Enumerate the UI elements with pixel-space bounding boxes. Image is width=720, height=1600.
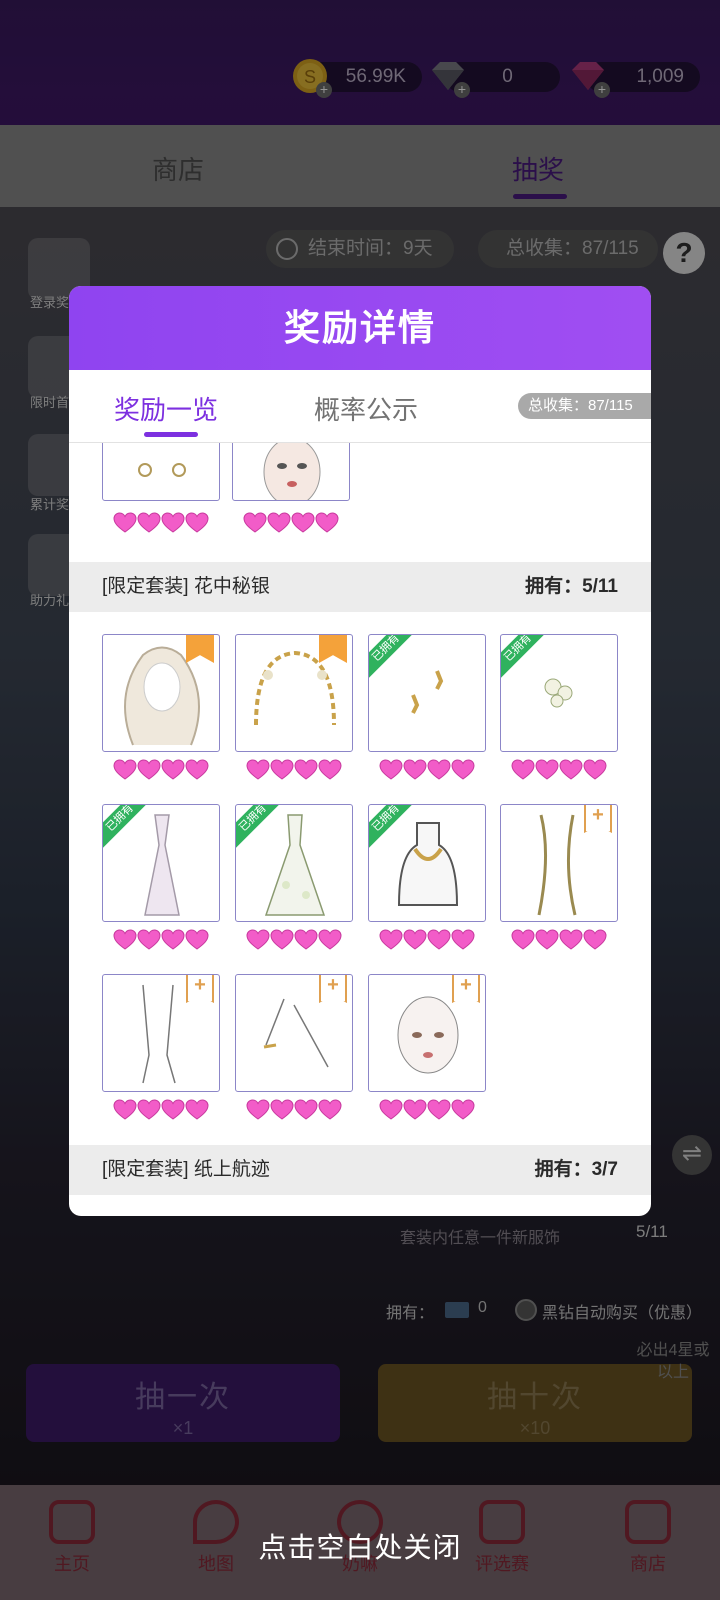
heart-star-icon: [267, 512, 291, 533]
heart-star-icon: [113, 1099, 137, 1120]
heart-star-icon: [294, 929, 318, 950]
set-owned-count: 拥有：5/11: [525, 576, 618, 597]
heart-star-icon: [185, 759, 209, 780]
heart-star-icon: [427, 1099, 451, 1120]
heart-star-icon: [246, 1099, 270, 1120]
tab-reward-overview[interactable]: 奖励一览: [114, 390, 218, 427]
star-rating: [102, 1098, 220, 1122]
set-owned-count: 拥有：3/7: [534, 1159, 618, 1180]
scroll-clip: [69, 443, 651, 558]
heart-star-icon: [113, 759, 137, 780]
heart-star-icon: [318, 759, 342, 780]
heart-star-icon: [161, 929, 185, 950]
heart-star-icon: [379, 1099, 403, 1120]
heart-star-icon: [403, 929, 427, 950]
heart-star-icon: [294, 759, 318, 780]
star-rating: [102, 511, 220, 535]
heart-star-icon: [511, 929, 535, 950]
heart-star-icon: [427, 759, 451, 780]
heart-star-icon: [379, 929, 403, 950]
star-rating: [102, 928, 220, 952]
heart-star-icon: [185, 1099, 209, 1120]
set-header-paper: [限定套装] 纸上航迹 拥有：3/7: [69, 1145, 651, 1195]
heart-star-icon: [246, 759, 270, 780]
heart-star-icon: [185, 929, 209, 950]
heart-star-icon: [379, 759, 403, 780]
heart-star-icon: [246, 929, 270, 950]
heart-star-icon: [583, 759, 607, 780]
heart-star-icon: [451, 1099, 475, 1120]
item-hair[interactable]: [102, 634, 220, 752]
item-earring-pair[interactable]: 已拥有: [368, 634, 486, 752]
item-arm-chains[interactable]: +: [235, 974, 353, 1092]
item-face-makeup[interactable]: [232, 443, 350, 501]
heart-star-icon: [583, 929, 607, 950]
star-rating: [235, 928, 353, 952]
heart-star-icon: [137, 1099, 161, 1120]
heart-star-icon: [137, 512, 161, 533]
star-rating: [235, 758, 353, 782]
heart-star-icon: [161, 1099, 185, 1120]
item-earrings[interactable]: [102, 443, 220, 501]
heart-star-icon: [243, 512, 267, 533]
set-header-flower: [限定套装] 花中秘银 拥有：5/11: [69, 562, 651, 612]
star-rating: [500, 758, 618, 782]
item-hair-accessory[interactable]: [235, 634, 353, 752]
heart-star-icon: [511, 759, 535, 780]
star-rating: [368, 758, 486, 782]
star-rating: [500, 928, 618, 952]
set-name: [限定套装] 花中秘银: [102, 576, 270, 597]
heart-star-icon: [113, 929, 137, 950]
star-rating: [368, 1098, 486, 1122]
star-rating: [102, 758, 220, 782]
tab-probability[interactable]: 概率公示: [314, 390, 418, 427]
heart-star-icon: [451, 759, 475, 780]
heart-star-icon: [559, 759, 583, 780]
heart-star-icon: [137, 759, 161, 780]
heart-star-icon: [315, 512, 339, 533]
star-rating: [232, 511, 350, 535]
item-flower-brooch[interactable]: 已拥有: [500, 634, 618, 752]
item-vine-decor[interactable]: +: [500, 804, 618, 922]
heart-star-icon: [318, 929, 342, 950]
set-name: [限定套装] 纸上航迹: [102, 1159, 270, 1180]
heart-star-icon: [161, 759, 185, 780]
heart-star-icon: [270, 759, 294, 780]
item-floral-gown[interactable]: 已拥有: [235, 804, 353, 922]
close-hint[interactable]: 点击空白处关闭: [0, 1526, 720, 1566]
heart-star-icon: [403, 759, 427, 780]
heart-star-icon: [270, 1099, 294, 1120]
item-stockings[interactable]: +: [102, 974, 220, 1092]
heart-star-icon: [559, 929, 583, 950]
heart-star-icon: [427, 929, 451, 950]
item-necklace[interactable]: 已拥有: [368, 804, 486, 922]
heart-star-icon: [318, 1099, 342, 1120]
heart-star-icon: [270, 929, 294, 950]
heart-star-icon: [137, 929, 161, 950]
heart-star-icon: [451, 929, 475, 950]
item-dress[interactable]: 已拥有: [102, 804, 220, 922]
heart-star-icon: [535, 759, 559, 780]
modal-title: 奖励详情: [283, 307, 436, 348]
heart-star-icon: [113, 512, 137, 533]
star-rating: [368, 928, 486, 952]
heart-star-icon: [291, 512, 315, 533]
heart-star-icon: [403, 1099, 427, 1120]
heart-star-icon: [161, 512, 185, 533]
tab-underline: [144, 432, 198, 437]
heart-star-icon: [294, 1099, 318, 1120]
modal-collect-pill: 总收集：87/115: [518, 393, 651, 419]
heart-star-icon: [535, 929, 559, 950]
star-rating: [235, 1098, 353, 1122]
heart-star-icon: [185, 512, 209, 533]
item-face-paint[interactable]: +: [368, 974, 486, 1092]
